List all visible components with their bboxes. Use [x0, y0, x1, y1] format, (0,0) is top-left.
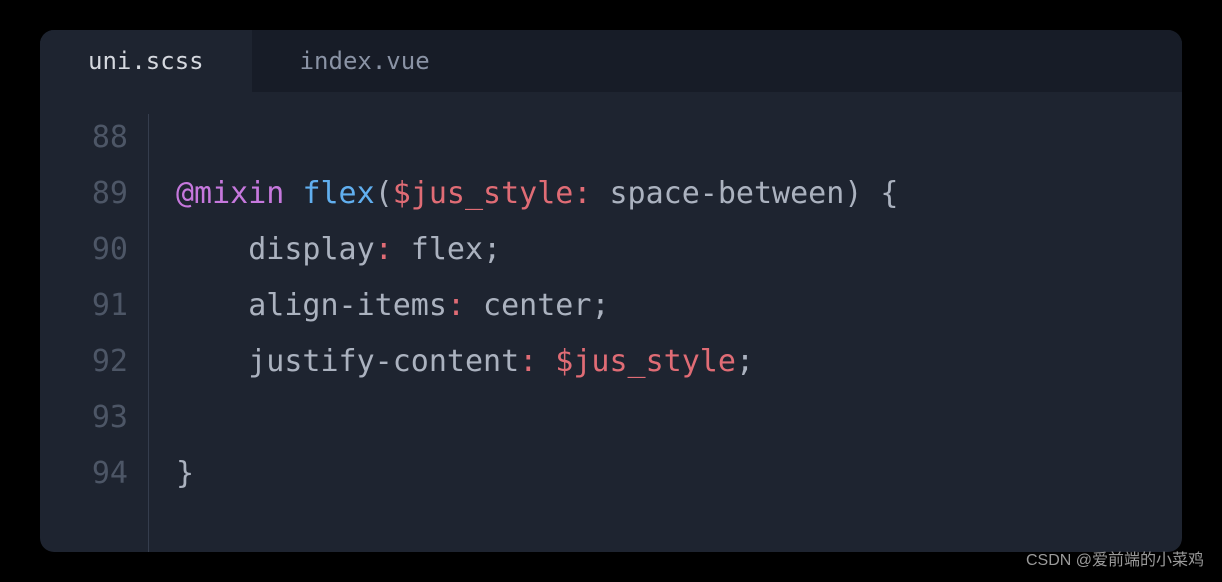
- token-colon: :: [519, 344, 537, 379]
- token-property: display: [248, 232, 374, 267]
- line-number-gutter: 88 89 90 91 92 93 94: [40, 110, 148, 552]
- tab-label: uni.scss: [88, 47, 204, 75]
- code-line-93: [176, 390, 1182, 446]
- token-property: align-items: [248, 288, 447, 323]
- line-number: 88: [40, 110, 128, 166]
- token-value: flex: [393, 232, 483, 267]
- code-line-92: justify-content: $jus_style;: [176, 334, 1182, 390]
- token-variable: $jus_style: [537, 344, 736, 379]
- code-line-94: }: [176, 446, 1182, 502]
- token-value: center: [465, 288, 591, 323]
- tab-bar: uni.scss index.vue: [40, 30, 1182, 92]
- token-brace: {: [862, 176, 898, 211]
- line-number: 91: [40, 278, 128, 334]
- code-line-90: display: flex;: [176, 222, 1182, 278]
- code-area[interactable]: 88 89 90 91 92 93 94 @mixin flex($jus_st…: [40, 92, 1182, 552]
- token-colon: :: [447, 288, 465, 323]
- tab-uni-scss[interactable]: uni.scss: [40, 30, 252, 92]
- token-variable: $jus_style: [393, 176, 574, 211]
- code-content[interactable]: @mixin flex($jus_style: space-between) {…: [176, 110, 1182, 552]
- token-semi: ;: [591, 288, 609, 323]
- token-semi: ;: [483, 232, 501, 267]
- token-colon: :: [573, 176, 591, 211]
- indent-guide: [148, 110, 176, 552]
- token-semi: ;: [736, 344, 754, 379]
- editor-window: uni.scss index.vue 88 89 90 91 92 93 94 …: [40, 30, 1182, 552]
- line-number: 93: [40, 390, 128, 446]
- token-keyword: @mixin: [176, 176, 284, 211]
- token-punct: ): [844, 176, 862, 211]
- token-property: justify-content: [248, 344, 519, 379]
- watermark: CSDN @爱前端的小菜鸡: [1026, 546, 1204, 570]
- line-number: 94: [40, 446, 128, 502]
- token-colon: :: [375, 232, 393, 267]
- code-line-88: [176, 110, 1182, 166]
- code-line-91: align-items: center;: [176, 278, 1182, 334]
- line-number: 89: [40, 166, 128, 222]
- code-line-89: @mixin flex($jus_style: space-between) {: [176, 166, 1182, 222]
- token-brace: }: [176, 456, 194, 491]
- tab-label: index.vue: [300, 47, 430, 75]
- tab-index-vue[interactable]: index.vue: [252, 30, 478, 92]
- line-number: 90: [40, 222, 128, 278]
- line-number: 92: [40, 334, 128, 390]
- token-punct: (: [375, 176, 393, 211]
- token-value: space-between: [591, 176, 844, 211]
- token-function: flex: [302, 176, 374, 211]
